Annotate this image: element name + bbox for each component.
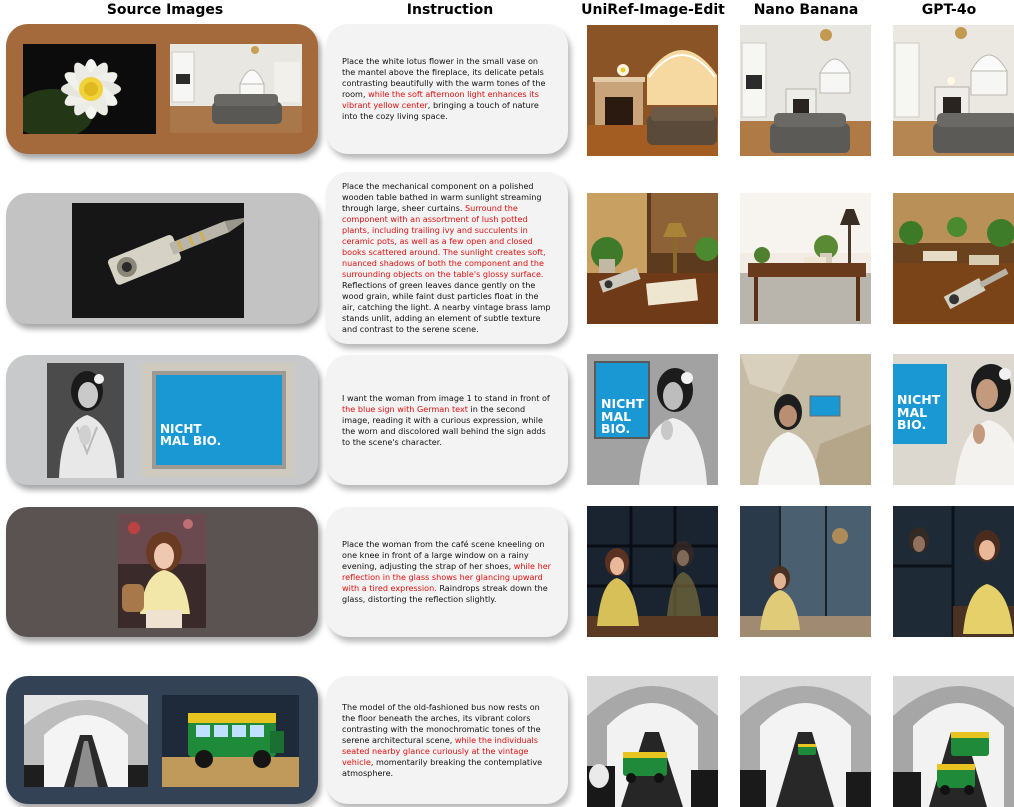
highlighted-instruction-segment: the blue sign with German text [342,403,468,414]
row4-instruction-panel: Place the woman from the café scene knee… [326,507,568,637]
row3-uniref-output: NICHT MAL BIO. [587,354,718,485]
row1-gpt-output [893,25,1014,156]
instruction-segment: Reflections of green leaves dance gently… [342,280,551,334]
row1-instruction-panel: Place the white lotus flower in the smal… [326,24,568,154]
row4-instruction-text: Place the woman from the café scene knee… [342,539,552,605]
row4-nano-output [740,506,871,637]
header-gpt4o: GPT-4o [921,2,977,18]
arches-hall-image [24,695,148,787]
cafe-woman-image [118,514,206,628]
mechanical-component-image [72,203,244,318]
row3-instruction-text: I want the woman from image 1 to stand i… [342,393,552,448]
living-room-image [170,44,302,133]
sign-text-uniref: NICHT MAL BIO. [601,396,645,436]
row5-instruction-panel: The model of the old-fashioned bus now r… [326,676,568,804]
row4-gpt-output [893,506,1014,637]
sign-text-gpt: NICHT MAL BIO. [897,392,941,432]
row3-nano-output [740,354,871,485]
instruction-segment: , momentarily breaking the contemplative… [342,756,543,778]
row1-nano-output [740,25,871,156]
row5-gpt-output [893,676,1014,807]
header-uniref: UniRef-Image-Edit [581,2,725,18]
blue-sign-image: NICHT MAL BIO. [142,363,295,477]
lotus-flower-image [23,44,156,134]
row4-uniref-output [587,506,718,637]
row1-uniref-output [587,25,718,156]
row2-uniref-output [587,193,718,324]
header-nano-banana: Nano Banana [753,2,859,18]
row2-gpt-output [893,193,1014,324]
row2-instruction-panel: Place the mechanical component on a poli… [326,172,568,344]
header-source-images: Source Images [106,2,224,18]
row1-instruction-text: Place the white lotus flower in the smal… [342,56,552,122]
row2-instruction-text: Place the mechanical component on a poli… [342,181,552,335]
highlighted-instruction-segment: Surround the component with an assortmen… [342,203,546,279]
header-instruction: Instruction [406,2,494,18]
vintage-bus-image [162,695,299,787]
row3-instruction-panel: I want the woman from image 1 to stand i… [326,355,568,485]
row5-nano-output [740,676,871,807]
sign-text-source: NICHT MAL BIO. [160,422,222,448]
instruction-segment: I want the woman from image 1 to stand i… [342,392,550,403]
row5-uniref-output [587,676,718,807]
woman-bw-image [47,363,124,478]
row3-gpt-output: NICHT MAL BIO. [893,354,1014,485]
row2-nano-output [740,193,871,324]
row5-instruction-text: The model of the old-fashioned bus now r… [342,702,552,779]
